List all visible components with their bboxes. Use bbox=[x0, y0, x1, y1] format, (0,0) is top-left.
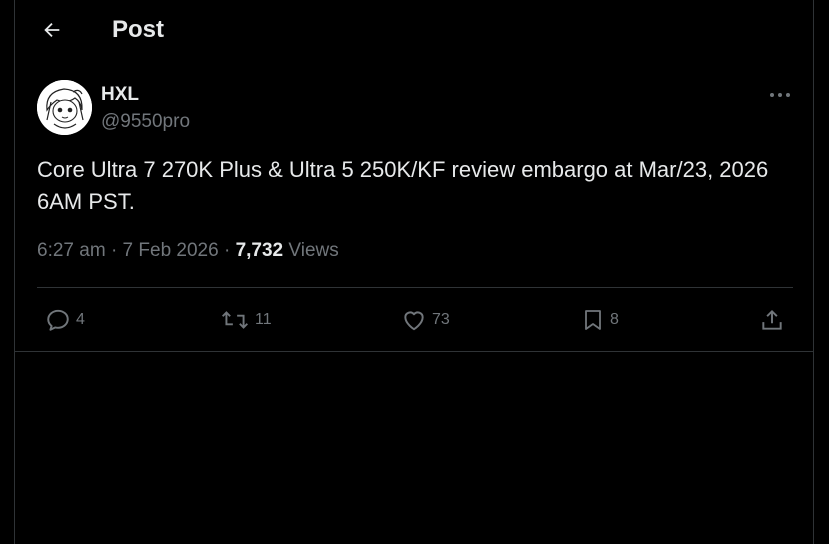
share-button[interactable] bbox=[759, 305, 785, 335]
actions-divider-bottom bbox=[15, 351, 813, 352]
tweet-metadata: 6:27 am · 7 Feb 2026 · 7,732 Views bbox=[37, 240, 339, 262]
page-title: Post bbox=[112, 16, 165, 43]
more-horizontal-icon bbox=[770, 93, 790, 97]
bookmark-button[interactable]: 8 bbox=[581, 305, 619, 335]
like-button[interactable]: 73 bbox=[401, 305, 450, 335]
views-count: 7,732 bbox=[235, 240, 284, 261]
meta-separator: · bbox=[110, 240, 118, 261]
more-options-button[interactable] bbox=[765, 82, 795, 108]
avatar[interactable] bbox=[37, 80, 92, 135]
tweet-text: Core Ultra 7 270K Plus & Ultra 5 250K/KF… bbox=[37, 157, 769, 214]
post-column: Post HXL @9550pro Core Ultra 7 270K Plus… bbox=[14, 0, 814, 544]
views-label: Views bbox=[288, 240, 339, 261]
repost-icon bbox=[221, 311, 249, 329]
repost-button[interactable]: 11 bbox=[220, 305, 272, 335]
heart-icon bbox=[404, 311, 424, 331]
tweet-date[interactable]: 7 Feb 2026 bbox=[123, 240, 219, 261]
reply-count: 4 bbox=[76, 311, 85, 328]
author-handle[interactable]: @9550pro bbox=[101, 111, 190, 133]
reply-icon bbox=[47, 309, 69, 331]
like-count: 73 bbox=[432, 311, 450, 328]
arrow-left-icon bbox=[44, 22, 60, 38]
meta-separator: · bbox=[223, 240, 231, 261]
repost-count: 11 bbox=[255, 311, 272, 328]
back-button[interactable] bbox=[37, 15, 67, 45]
author-display-name[interactable]: HXL bbox=[101, 84, 139, 106]
bookmark-count: 8 bbox=[610, 311, 619, 328]
share-icon bbox=[762, 309, 782, 330]
post-header: Post bbox=[15, 0, 813, 62]
actions-divider-top bbox=[37, 287, 793, 288]
tweet-time[interactable]: 6:27 am bbox=[37, 240, 106, 261]
avatar-illustration bbox=[37, 80, 92, 135]
bookmark-icon bbox=[585, 310, 601, 330]
reply-button[interactable]: 4 bbox=[45, 305, 85, 335]
